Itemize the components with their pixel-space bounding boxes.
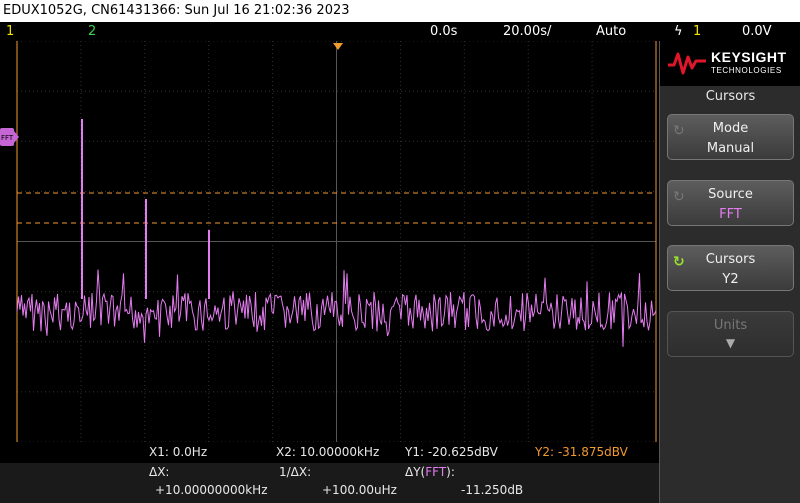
x1-readout: X1: 0.0Hz <box>149 445 208 459</box>
y1-readout: Y1: -20.625dBV <box>405 445 498 459</box>
cursors-softkey[interactable]: ↻ Cursors Y2 <box>667 245 794 291</box>
x2-readout: X2: 10.00000kHz <box>276 445 380 459</box>
units-softkey[interactable]: Units ▼ <box>667 311 794 357</box>
mode-softkey[interactable]: ↻ Mode Manual <box>667 114 794 160</box>
fft-channel-marker: FFT <box>0 128 19 146</box>
down-arrow-icon: ▼ <box>725 336 736 350</box>
status-bar: 1 2 0.0s 20.00s/ Auto ϟ 1 0.0V <box>0 22 800 41</box>
brand-subtitle: TECHNOLOGIES <box>711 66 782 75</box>
waveform-graticule: FFT <box>0 40 657 443</box>
inverse-delta-x-value: +100.00uHz <box>322 483 397 497</box>
keysight-logo: KEYSIGHT TECHNOLOGIES <box>660 41 800 86</box>
waveform-display[interactable]: FFT <box>0 40 659 443</box>
channel-2-indicator[interactable]: 2 <box>88 22 96 41</box>
mode-value: Manual <box>706 141 755 156</box>
inverse-delta-x-label: 1/ΔX: <box>279 465 312 479</box>
source-label: Source <box>708 187 753 202</box>
source-value: FFT <box>719 207 742 222</box>
cursors-label: Cursors <box>705 252 756 267</box>
channel-1-indicator[interactable]: 1 <box>6 22 14 41</box>
trigger-source: 1 <box>693 24 702 39</box>
menu-title: Cursors <box>705 89 756 104</box>
trigger-position-marker <box>333 43 343 50</box>
trigger-mode: Auto <box>596 24 627 39</box>
cursors-value: Y2 <box>722 272 739 287</box>
trigger-slope-icon: ϟ <box>674 24 683 39</box>
timebase-readout: 20.00s/ <box>503 24 552 39</box>
units-label: Units <box>713 318 748 333</box>
delta-x-label: ΔX: <box>149 465 170 479</box>
delta-x-value: +10.00000000kHz <box>155 483 268 497</box>
window-title: EDUX1052G, CN61431366: Sun Jul 16 21:02:… <box>0 0 800 22</box>
mode-label: Mode <box>712 121 749 136</box>
graticule-grid <box>16 40 657 443</box>
y2-readout: Y2: -31.875dBV <box>535 445 628 459</box>
delay-readout: 0.0s <box>430 24 458 39</box>
delta-y-label: ΔY(FFT): <box>405 465 455 479</box>
keysight-wave-icon <box>668 52 706 75</box>
source-softkey[interactable]: ↻ Source FFT <box>667 180 794 226</box>
fft-marker-label: FFT <box>1 134 14 142</box>
brand-name: KEYSIGHT <box>711 49 787 65</box>
softkey-panel: KEYSIGHT TECHNOLOGIES Cursors ↻ Mode Man… <box>659 41 800 503</box>
trigger-level: 0.0V <box>742 24 772 39</box>
delta-y-value: -11.250dB <box>461 483 524 497</box>
cursor-readout-panel: X1: 0.0Hz X2: 10.00000kHz Y1: -20.625dBV… <box>0 442 659 503</box>
